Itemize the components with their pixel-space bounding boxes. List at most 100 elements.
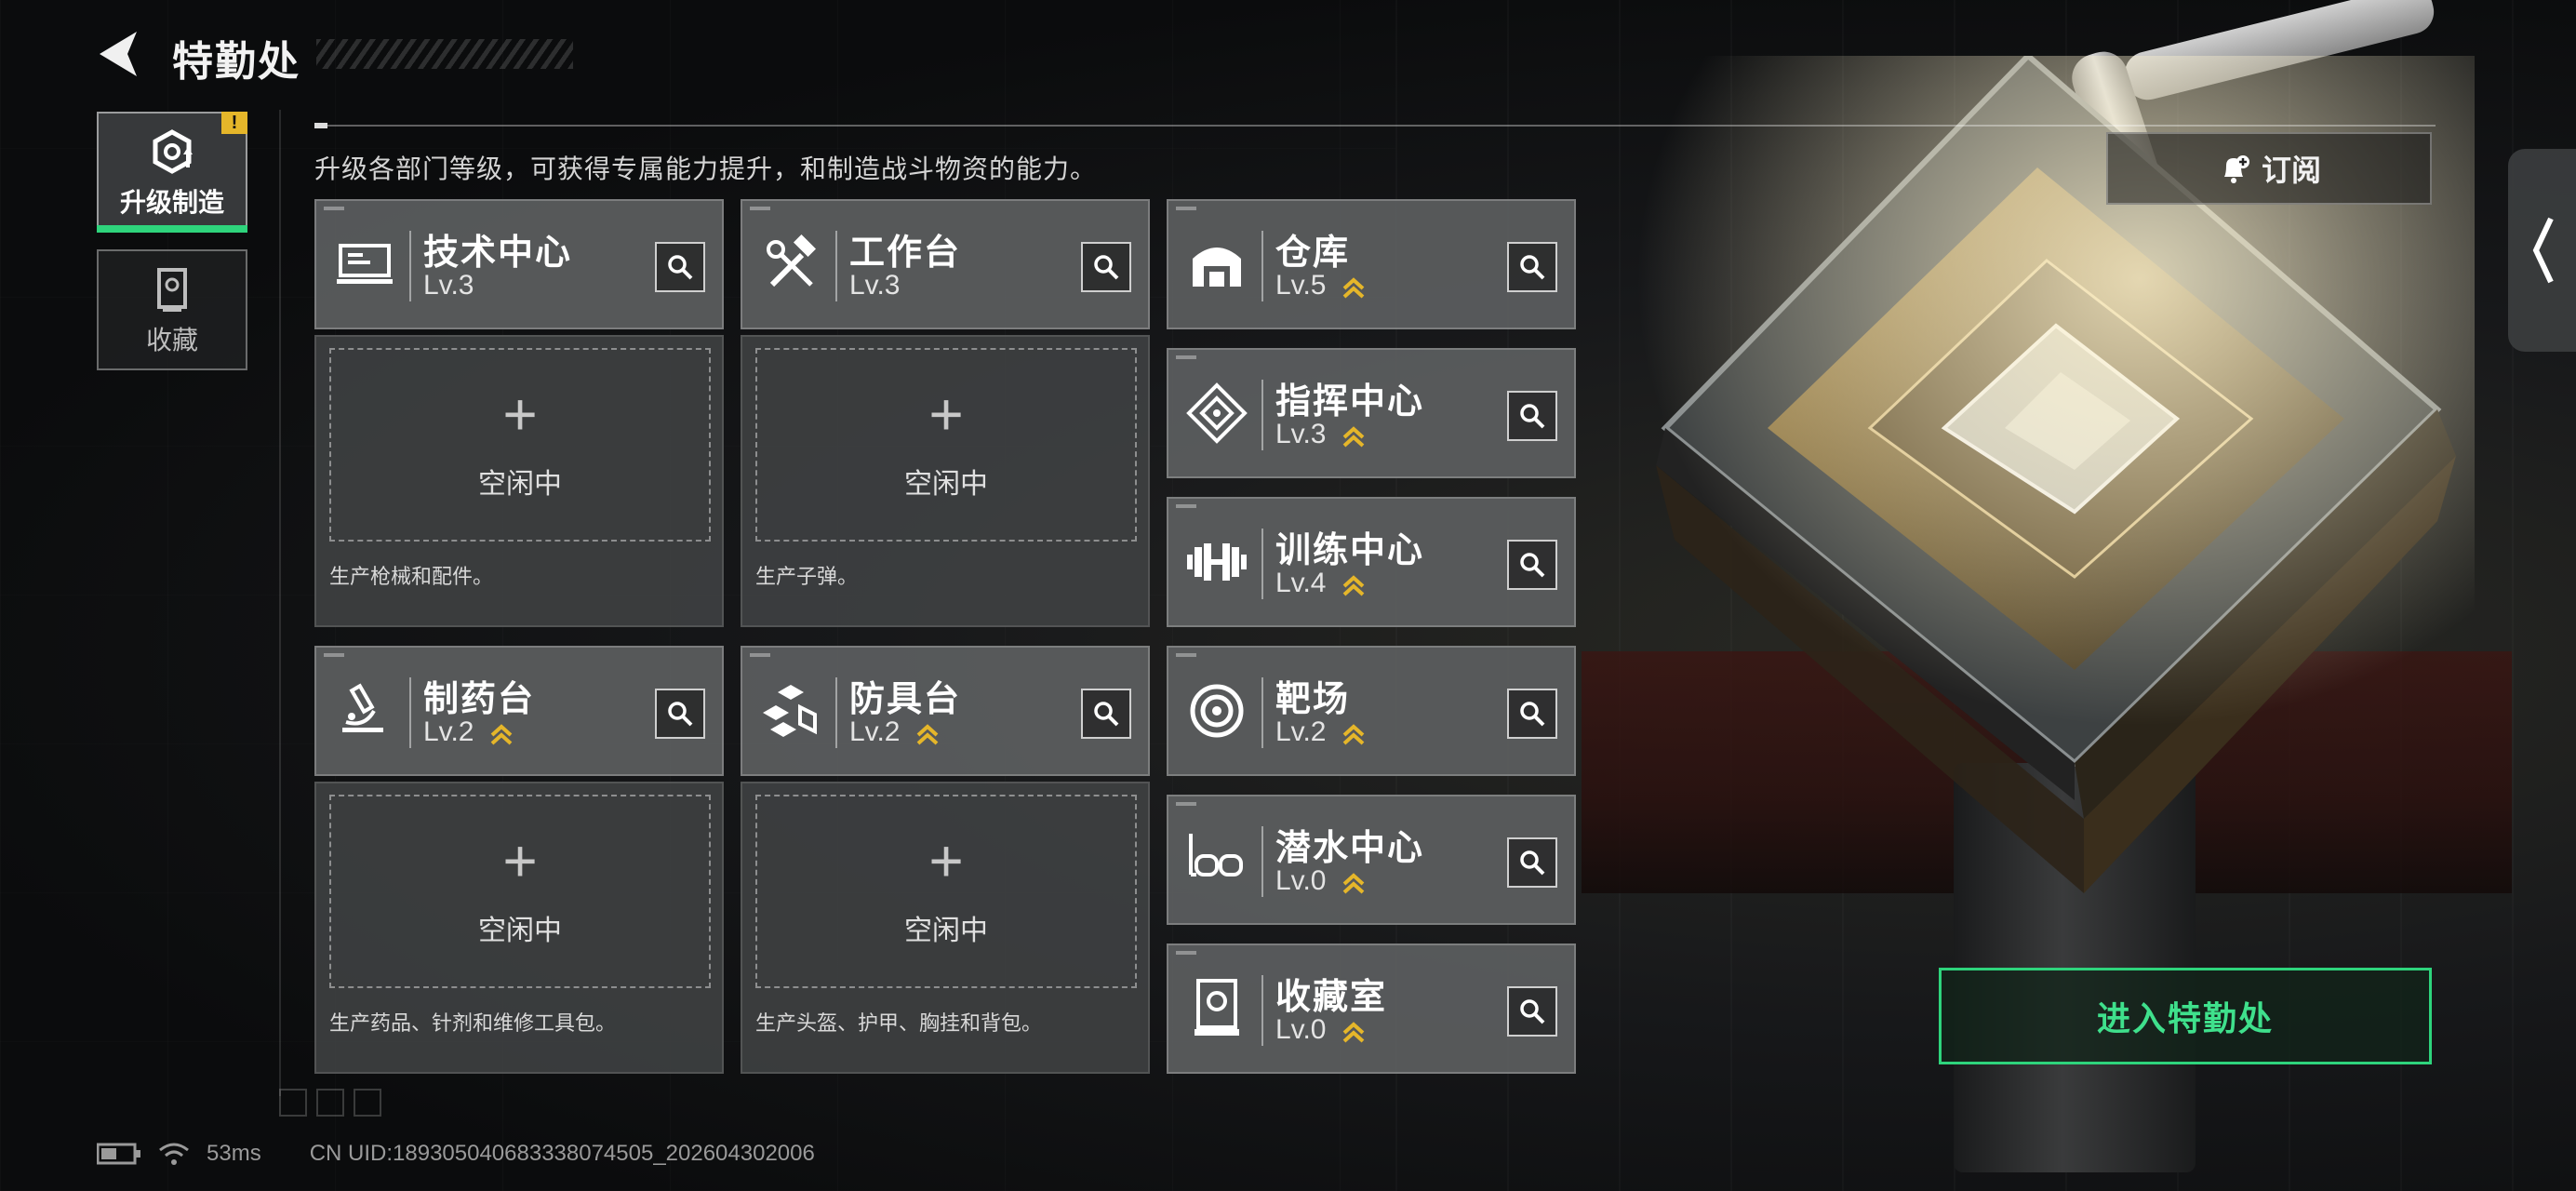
upgrade-available-icon <box>1342 277 1365 299</box>
facility-name: 潜水中心 <box>1275 829 1425 868</box>
side-panel-toggle[interactable] <box>2508 149 2576 352</box>
tab-collection[interactable]: 收藏 <box>97 249 247 370</box>
card-corner-mark <box>1176 207 1196 210</box>
add-icon: + <box>502 827 538 894</box>
facility-card-workbench[interactable]: 工作台 Lv.3 <box>741 199 1150 329</box>
search-button[interactable] <box>1507 540 1557 590</box>
add-icon: + <box>928 827 964 894</box>
facility-card-diving-center[interactable]: 潜水中心 Lv.0 <box>1167 795 1576 925</box>
search-button[interactable] <box>1081 689 1131 739</box>
header-divider <box>314 125 2436 127</box>
slot-description: 生产子弹。 <box>755 565 859 588</box>
warehouse-icon <box>1193 248 1241 287</box>
monitor-icon <box>337 244 393 284</box>
production-slot-tech-center[interactable]: + 空闲中 生产枪械和配件。 <box>314 335 724 627</box>
facility-name: 仓库 <box>1275 234 1351 273</box>
card-corner-mark <box>1176 653 1196 657</box>
subscribe-button[interactable]: 订阅 <box>2106 132 2432 205</box>
search-button[interactable] <box>1507 242 1557 292</box>
search-button[interactable] <box>1507 837 1557 888</box>
title-decoration <box>316 39 573 69</box>
facility-name: 防具台 <box>849 680 962 719</box>
card-separator <box>835 677 837 748</box>
slot-description: 生产药品、针剂和维修工具包。 <box>329 1011 617 1035</box>
user-uid: CN UID:18930504068333807450​5_2026043020… <box>309 1141 815 1166</box>
card-corner-mark <box>750 207 770 210</box>
production-slot-armor-bench[interactable]: + 空闲中 生产头盔、护甲、胸挂和背包。 <box>741 782 1150 1074</box>
facility-level: Lv.2 <box>1275 716 1327 747</box>
search-button[interactable] <box>655 242 705 292</box>
magnifier-icon <box>668 255 693 280</box>
header-divider-marker <box>314 123 327 128</box>
facility-level: Lv.5 <box>1275 270 1327 301</box>
facility-level: Lv.2 <box>849 716 901 747</box>
hammer-wrench-icon <box>767 234 817 288</box>
magnifier-icon <box>668 702 693 727</box>
card-separator <box>1261 677 1263 748</box>
enter-special-ops-button[interactable]: 进入特勤处 <box>1939 968 2432 1064</box>
facility-name: 训练中心 <box>1275 531 1425 570</box>
footer-indicators <box>279 1089 381 1117</box>
magnifier-icon <box>1094 702 1119 727</box>
diamond-target-icon <box>1186 382 1248 444</box>
indicator-box <box>354 1089 381 1117</box>
chevron-left-icon <box>2532 217 2554 284</box>
facility-name: 靶场 <box>1275 680 1351 719</box>
card-separator <box>835 231 837 301</box>
back-arrow-icon[interactable] <box>96 28 142 80</box>
facility-level: Lv.3 <box>1275 419 1327 449</box>
facility-card-training-center[interactable]: 训练中心 Lv.4 <box>1167 497 1576 627</box>
facility-card-collection-room[interactable]: 收藏室 Lv.0 <box>1167 943 1576 1074</box>
card-corner-mark <box>750 653 770 657</box>
slot-status: 空闲中 <box>478 916 562 946</box>
search-button[interactable] <box>1081 242 1131 292</box>
empty-slot-frame[interactable]: + 空闲中 <box>329 795 711 988</box>
facility-card-shooting-range[interactable]: 靶场 Lv.2 <box>1167 646 1576 776</box>
diving-mask-icon <box>1189 834 1243 877</box>
trophy-case-icon <box>157 268 187 312</box>
production-slot-pharmacy[interactable]: + 空闲中 生产药品、针剂和维修工具包。 <box>314 782 724 1074</box>
ping-value: 53ms <box>207 1141 261 1166</box>
add-icon: + <box>928 381 964 448</box>
slot-status: 空闲中 <box>478 469 562 500</box>
upgrade-available-icon <box>1342 426 1365 448</box>
tab-label: 收藏 <box>145 326 198 355</box>
magnifier-icon <box>1520 553 1545 578</box>
slot-status: 空闲中 <box>904 469 988 500</box>
indicator-box <box>316 1089 344 1117</box>
search-button[interactable] <box>1507 391 1557 441</box>
empty-slot-frame[interactable]: + 空闲中 <box>329 348 711 542</box>
magnifier-icon <box>1520 255 1545 280</box>
wifi-icon <box>159 1143 189 1165</box>
facility-card-tech-center[interactable]: 技术中心 Lv.3 <box>314 199 724 329</box>
trophy-case-icon <box>1195 979 1239 1036</box>
search-button[interactable] <box>1507 986 1557 1037</box>
facility-level: Lv.0 <box>1275 1014 1327 1045</box>
card-corner-mark <box>324 207 344 210</box>
facility-card-pharmacy[interactable]: 制药台 Lv.2 <box>314 646 724 776</box>
search-button[interactable] <box>1507 689 1557 739</box>
microscope-icon <box>342 683 383 732</box>
add-icon: + <box>502 381 538 448</box>
facility-card-command-center[interactable]: 指挥中心 Lv.3 <box>1167 348 1576 478</box>
facility-level: Lv.2 <box>423 716 474 747</box>
facility-level: Lv.3 <box>423 270 474 301</box>
card-separator <box>1261 826 1263 897</box>
upgrade-available-icon <box>1342 575 1365 596</box>
subscribe-label: 订阅 <box>2261 154 2321 187</box>
card-separator <box>1261 975 1263 1046</box>
upgrade-available-icon <box>490 724 513 745</box>
alert-badge: ! <box>221 112 247 134</box>
facility-card-armor-bench[interactable]: 防具台 Lv.2 <box>741 646 1150 776</box>
empty-slot-frame[interactable]: + 空闲中 <box>755 348 1137 542</box>
facility-card-warehouse[interactable]: 仓库 Lv.5 <box>1167 199 1576 329</box>
production-slot-workbench[interactable]: + 空闲中 生产子弹。 <box>741 335 1150 627</box>
bell-plus-icon <box>2223 155 2249 183</box>
search-button[interactable] <box>655 689 705 739</box>
empty-slot-frame[interactable]: + 空闲中 <box>755 795 1137 988</box>
slot-description: 生产头盔、护甲、胸挂和背包。 <box>755 1011 1043 1035</box>
tab-label: 升级制造 <box>119 188 224 217</box>
facility-name: 制药台 <box>423 680 536 719</box>
facility-name: 收藏室 <box>1275 978 1388 1017</box>
magnifier-icon <box>1094 255 1119 280</box>
